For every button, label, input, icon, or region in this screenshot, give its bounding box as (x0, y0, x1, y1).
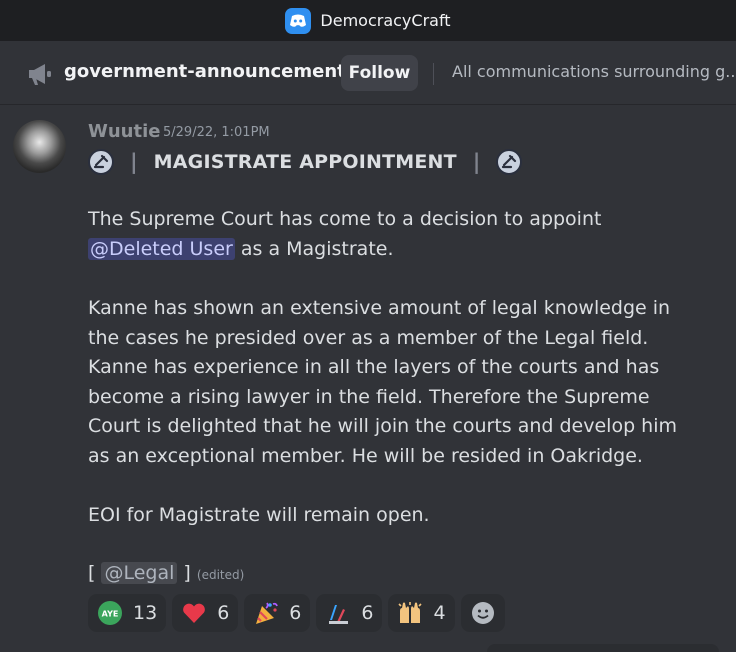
paragraph-eoi: EOI for Magistrate will remain open. (88, 504, 430, 526)
message-timestamp: 5/29/22, 1:01PM (163, 125, 270, 140)
role-mention-line: [ @Legal ] (edited) (88, 562, 244, 584)
author-name[interactable]: Wuutie (88, 121, 160, 142)
reaction-count: 6 (217, 602, 230, 624)
avatar[interactable] (13, 120, 66, 173)
headline-text: MAGISTRATE APPOINTMENT (153, 151, 457, 173)
edited-label: (edited) (196, 568, 245, 582)
court-emblem-icon (496, 149, 523, 175)
reaction-count: 6 (361, 602, 374, 624)
add-reaction-button[interactable] (460, 594, 505, 632)
reaction-count: 4 (433, 602, 446, 624)
court-emblem-icon (88, 149, 114, 175)
app-title: DemocracyCraft (320, 11, 451, 30)
channel-header: government-announcements Follow All comm… (0, 41, 736, 105)
channel-topic[interactable]: All communications surrounding g... (452, 62, 736, 81)
message-body: The Supreme Court has come to a decision… (88, 205, 698, 561)
message-headline: | MAGISTRATE APPOINTMENT | (88, 148, 523, 176)
reactions-bar: AYE 13 6 6 6 4 (88, 594, 511, 632)
paragraph-text: The Supreme Court has come to a decision… (88, 208, 602, 230)
svg-text:AYE: AYE (102, 610, 119, 619)
reaction-raised-hands[interactable]: 4 (388, 594, 455, 632)
header-divider (433, 63, 434, 85)
paragraph-details: Kanne has shown an extensive amount of l… (88, 297, 678, 467)
reaction-count: 6 (289, 602, 302, 624)
headline-separator: | (472, 150, 481, 174)
raised-hands-icon (397, 600, 423, 626)
channel-name[interactable]: government-announcements (64, 61, 356, 82)
reaction-party[interactable]: 6 (244, 594, 311, 632)
bracket-open: [ (88, 562, 102, 584)
role-mention[interactable]: @Legal (101, 562, 178, 584)
party-popper-icon (253, 600, 279, 626)
headline-separator: | (130, 150, 138, 174)
reaction-heart[interactable]: 6 (172, 594, 239, 632)
scales-icon (325, 600, 351, 626)
discord-app-icon (285, 7, 312, 34)
follow-button[interactable]: Follow (341, 55, 418, 91)
paragraph-appointment: The Supreme Court has come to a decision… (88, 205, 698, 264)
bracket-close: ] (177, 562, 191, 584)
message-input-edge (487, 644, 719, 652)
red-heart-icon (181, 600, 207, 626)
megaphone-icon (29, 64, 51, 85)
paragraph-text: as a Magistrate. (234, 237, 394, 260)
reaction-aye[interactable]: AYE 13 (88, 594, 167, 632)
aye-icon: AYE (97, 600, 123, 626)
title-bar: DemocracyCraft (0, 0, 736, 41)
user-mention[interactable]: @Deleted User (88, 237, 235, 260)
reaction-scales[interactable]: 6 (316, 594, 383, 632)
add-reaction-smile-icon (470, 600, 496, 626)
reaction-count: 13 (133, 602, 158, 624)
